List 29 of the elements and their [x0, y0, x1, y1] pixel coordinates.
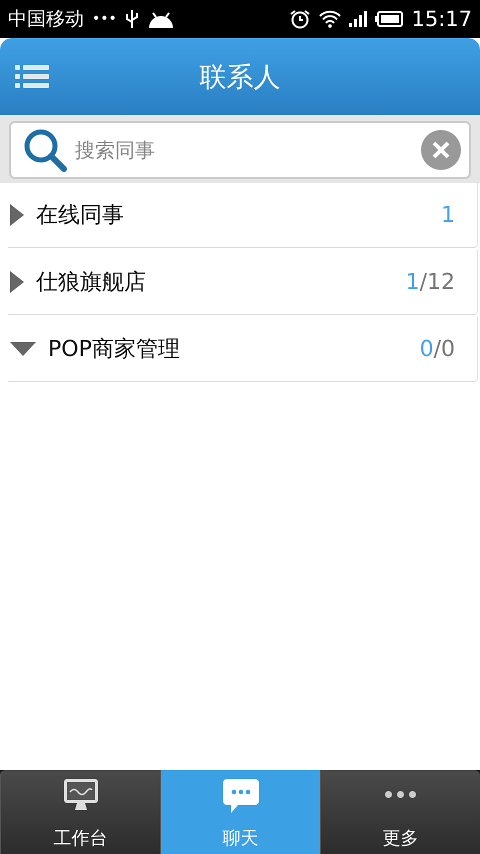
contact-group-row[interactable]: 仕狼旗舰店 1/12: [8, 250, 478, 315]
contact-group-row[interactable]: 在线同事 1: [8, 183, 478, 248]
signal-icon: [349, 11, 368, 27]
more-dots-icon: [385, 791, 416, 798]
clock-time: 15:17: [411, 7, 472, 31]
battery-icon: [375, 11, 404, 27]
search-icon: [23, 128, 69, 172]
search-bar[interactable]: 搜索同事: [9, 121, 471, 179]
menu-button[interactable]: [15, 64, 49, 88]
carrier-name: 中国移动: [8, 7, 84, 32]
group-count: 1: [441, 202, 455, 228]
group-name: 仕狼旗舰店: [36, 269, 146, 297]
nav-tab[interactable]: 工作台: [0, 770, 160, 854]
chat-bubble-icon: [222, 778, 260, 814]
nav-tab[interactable]: 更多: [320, 770, 480, 854]
monitor-icon: [62, 778, 98, 812]
clear-button[interactable]: [421, 130, 461, 170]
wifi-icon: [319, 10, 342, 28]
notification-dots: •••: [92, 11, 117, 27]
menu-icon: [15, 64, 49, 88]
group-count: 0/0: [420, 336, 455, 362]
alarm-icon: [289, 9, 312, 29]
close-icon: [432, 141, 450, 159]
page-title: 联系人: [200, 60, 280, 94]
usb-icon: [124, 9, 139, 29]
group-name: POP商家管理: [48, 336, 180, 364]
group-name: 在线同事: [36, 202, 124, 230]
contact-group-row[interactable]: POP商家管理 0/0: [8, 317, 478, 382]
group-count: 1/12: [406, 270, 455, 294]
